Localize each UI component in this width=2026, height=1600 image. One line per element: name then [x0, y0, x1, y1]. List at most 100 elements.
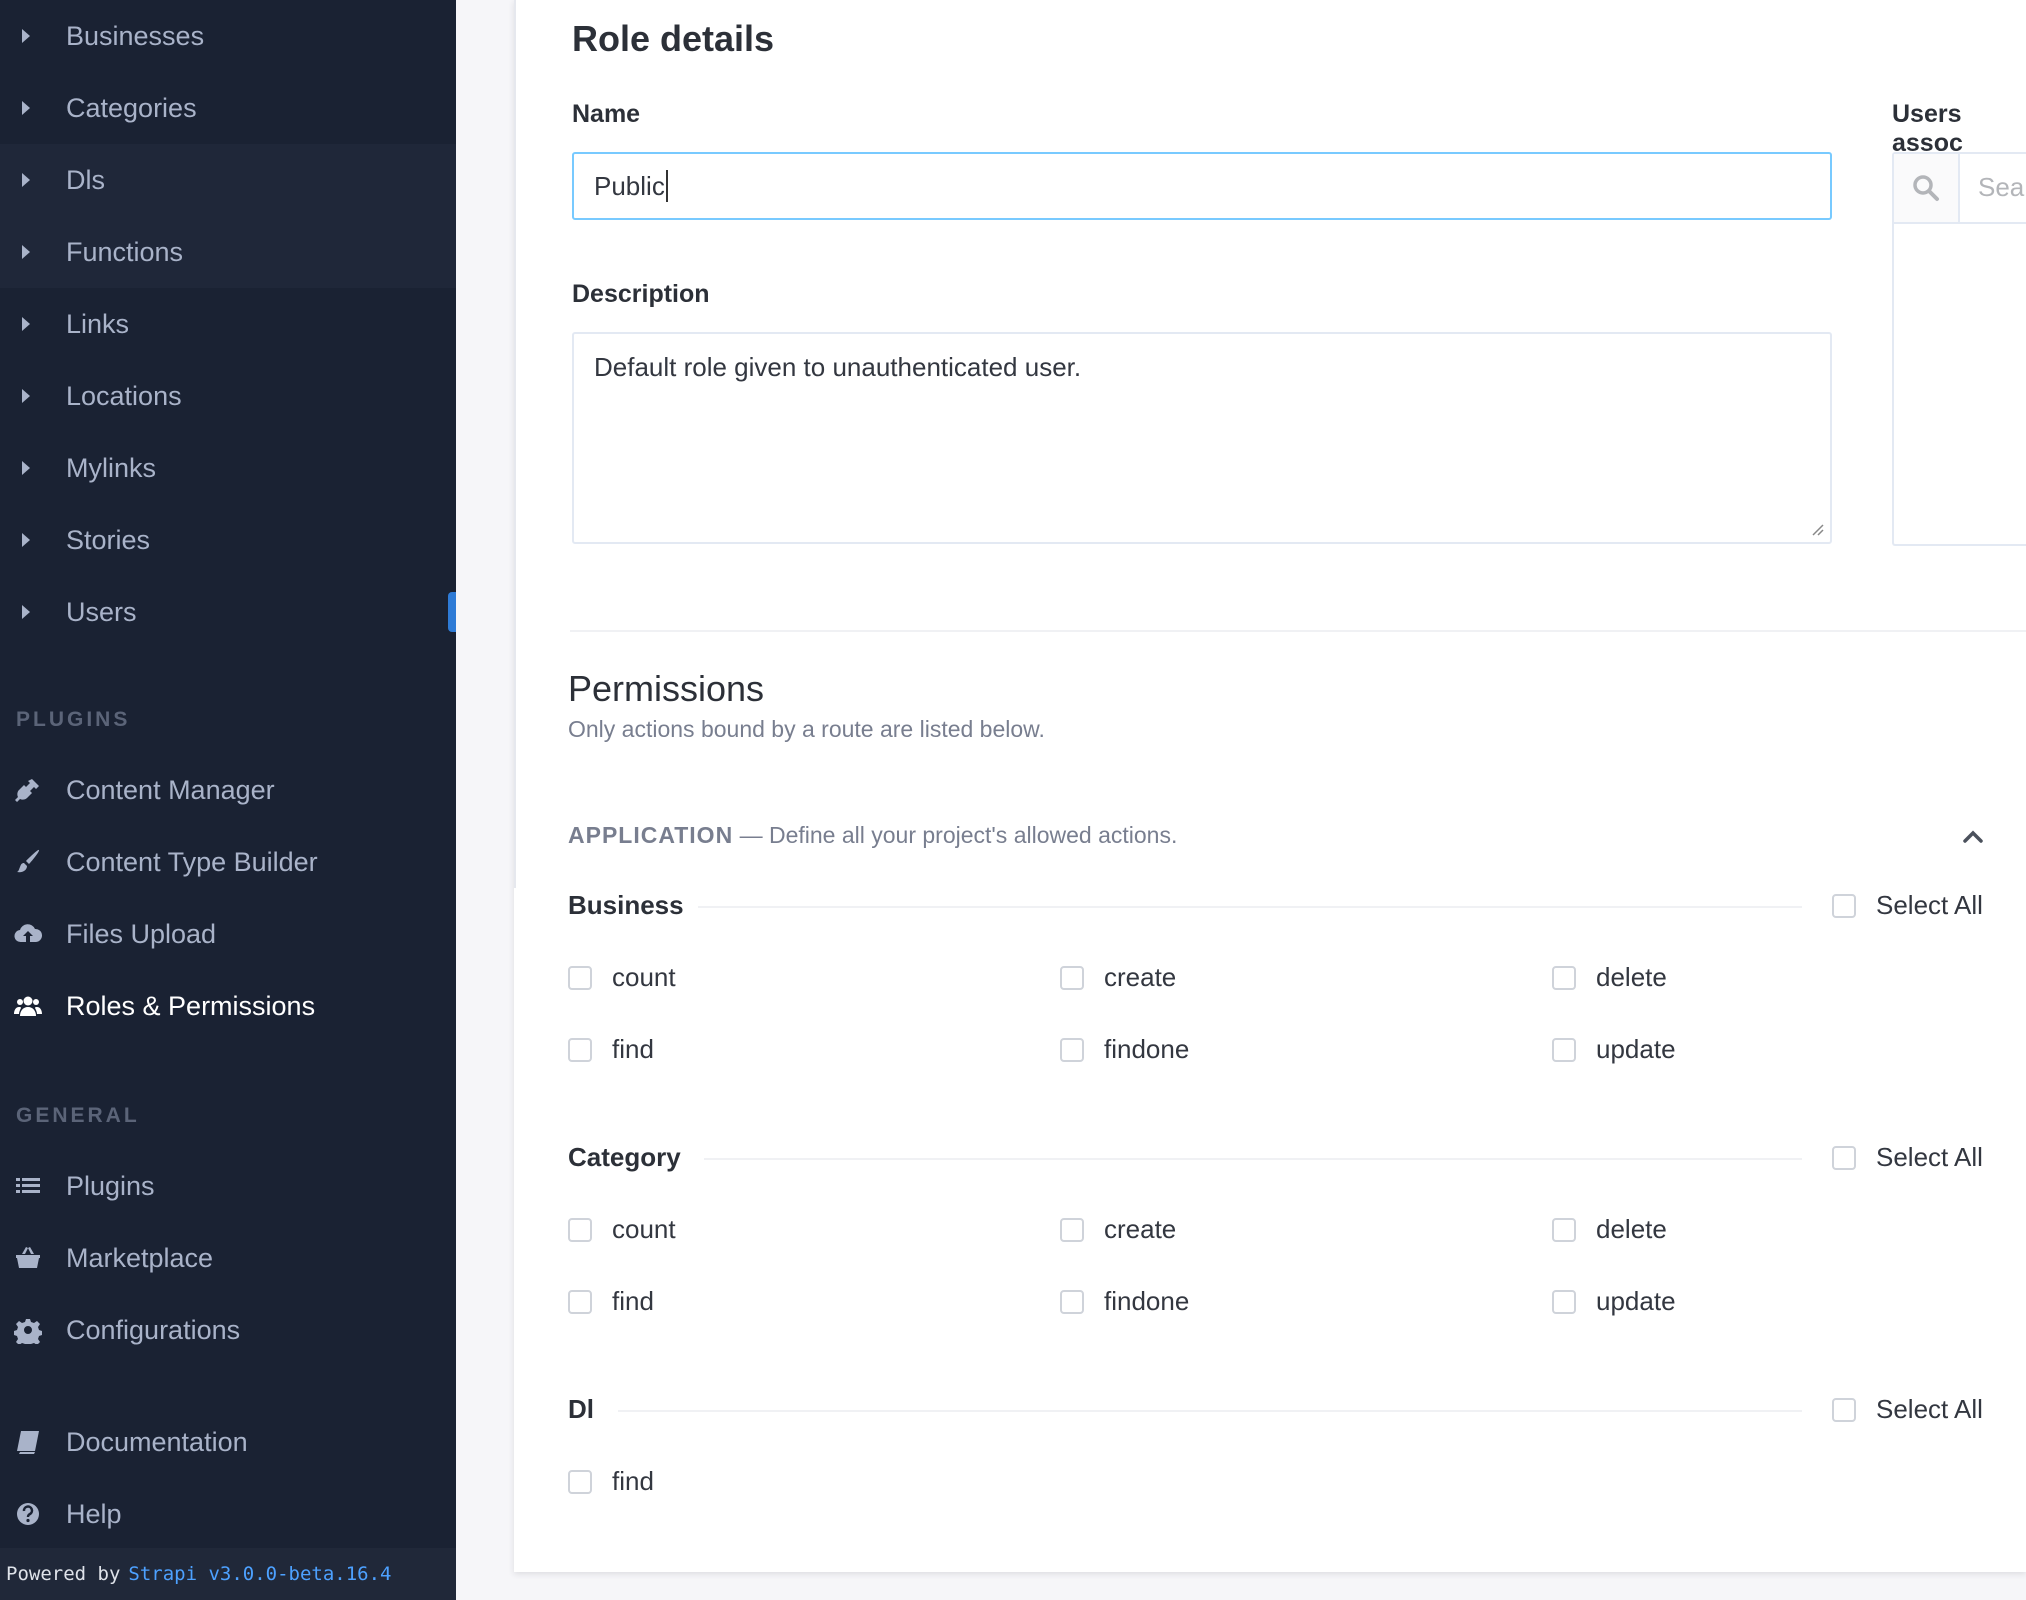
action-label: count [612, 962, 676, 992]
caret-right-icon [22, 461, 30, 475]
select-all-label: Select All [1876, 890, 1983, 920]
basket-icon [16, 1247, 40, 1268]
description-value: Default role given to unauthenticated us… [594, 352, 1082, 382]
sidebar-item-marketplace[interactable]: Marketplace [0, 1222, 456, 1294]
checkbox-category-count[interactable] [568, 1218, 592, 1242]
checkbox-category-create[interactable] [1060, 1218, 1084, 1242]
action-label: find [612, 1466, 654, 1496]
action-label: count [612, 1214, 676, 1244]
sidebar-item-content-type-builder[interactable]: Content Type Builder [0, 826, 456, 898]
sidebar-item-roles-permissions[interactable]: Roles & Permissions [0, 970, 456, 1042]
search-icon-wrap [1894, 154, 1960, 222]
chevron-up-icon[interactable] [1962, 826, 1984, 848]
general-heading: GENERAL [16, 1104, 140, 1127]
role-details-title: Role details [572, 18, 775, 59]
text-cursor [665, 170, 668, 202]
sidebar-item-users[interactable]: Users [0, 576, 456, 648]
sidebar-item-dls[interactable]: Dls [0, 144, 456, 216]
users-search-input[interactable]: Sear [1978, 172, 2026, 203]
sidebar-item-plugins[interactable]: Plugins [0, 1150, 456, 1222]
panel-edge [514, 0, 516, 888]
caret-right-icon [22, 101, 30, 115]
checkbox-business-update[interactable] [1552, 1038, 1576, 1062]
users-associated-label: Users assoc [1892, 100, 1963, 157]
application-header[interactable]: APPLICATION — Define all your project's … [568, 822, 1177, 849]
sidebar-item-configurations[interactable]: Configurations [0, 1294, 456, 1366]
action-label: findone [1104, 1034, 1190, 1064]
application-name: APPLICATION [568, 822, 734, 848]
sidebar-item-categories[interactable]: Categories [0, 72, 456, 144]
checkbox-category-findone[interactable] [1060, 1290, 1084, 1314]
checkbox-category-find[interactable] [568, 1290, 592, 1314]
group-divider [618, 1410, 1802, 1412]
description-textarea[interactable]: Default role given to unauthenticated us… [572, 332, 1832, 544]
sidebar-item-locations[interactable]: Locations [0, 360, 456, 432]
sidebar-item-content-manager[interactable]: Content Manager [0, 754, 456, 826]
checkbox-business-findone[interactable] [1060, 1038, 1084, 1062]
action-label: delete [1596, 1214, 1667, 1244]
book-icon [17, 1431, 39, 1454]
search-icon [1913, 175, 1939, 201]
sidebar-item-help[interactable]: Help [0, 1478, 456, 1550]
permissions-subtitle: Only actions bound by a route are listed… [568, 716, 1045, 742]
name-label: Name [572, 100, 641, 128]
sidebar-item-functions[interactable]: Functions [0, 216, 456, 288]
caret-right-icon [22, 29, 30, 43]
resize-handle-icon[interactable] [1810, 522, 1824, 536]
checkbox-category-update[interactable] [1552, 1290, 1576, 1314]
caret-right-icon [22, 389, 30, 403]
action-label: find [612, 1286, 654, 1316]
caret-right-icon [22, 245, 30, 259]
group-title-business: Business [568, 890, 684, 920]
select-all-label: Select All [1876, 1394, 1983, 1424]
sidebar-item-links[interactable]: Links [0, 288, 456, 360]
select-all-label: Select All [1876, 1142, 1983, 1172]
cloud-upload-icon [14, 924, 42, 943]
action-label: findone [1104, 1286, 1190, 1316]
active-indicator [448, 592, 456, 632]
sidebar-item-mylinks[interactable]: Mylinks [0, 432, 456, 504]
users-icon [14, 996, 42, 1016]
name-input[interactable]: Public [572, 152, 1832, 220]
action-label: create [1104, 962, 1177, 992]
users-associated-box: Sear [1892, 152, 2026, 546]
paintbrush-icon [17, 849, 40, 873]
select-all-checkbox-category[interactable] [1832, 1146, 1856, 1170]
gear-icon [14, 1319, 42, 1344]
description-label: Description [572, 280, 710, 308]
powered-by-text: Powered by [6, 1563, 121, 1585]
action-label: update [1596, 1286, 1676, 1316]
section-divider [570, 630, 2026, 632]
group-divider [704, 1158, 1802, 1160]
checkbox-dl-find[interactable] [568, 1470, 592, 1494]
plug-icon [15, 779, 39, 802]
list-icon [16, 1178, 40, 1193]
checkbox-category-delete[interactable] [1552, 1218, 1576, 1242]
checkbox-business-find[interactable] [568, 1038, 592, 1062]
group-title-dl: Dl [568, 1394, 594, 1424]
action-label: update [1596, 1034, 1676, 1064]
checkbox-business-count[interactable] [568, 966, 592, 990]
plugins-heading: PLUGINS [16, 708, 131, 731]
application-description: Define all your project's allowed action… [768, 822, 1178, 848]
action-label: delete [1596, 962, 1667, 992]
select-all-checkbox-business[interactable] [1832, 894, 1856, 918]
name-input-value: Public [594, 170, 665, 201]
sidebar-item-documentation[interactable]: Documentation [0, 1406, 456, 1478]
checkbox-business-create[interactable] [1060, 966, 1084, 990]
caret-right-icon [22, 173, 30, 187]
powered-by-footer: Powered by Strapi v3.0.0-beta.16.4 [0, 1548, 456, 1600]
main-panel [514, 0, 2026, 1572]
strapi-version-link[interactable]: Strapi v3.0.0-beta.16.4 [128, 1563, 391, 1585]
group-title-category: Category [568, 1142, 681, 1172]
users-search[interactable]: Sear [1894, 154, 2026, 224]
group-divider [698, 906, 1802, 908]
sidebar-item-stories[interactable]: Stories [0, 504, 456, 576]
left-sidebar: Businesses Categories Dls Functions Link… [0, 0, 456, 1600]
select-all-checkbox-dl[interactable] [1832, 1398, 1856, 1422]
sidebar-item-businesses[interactable]: Businesses [0, 0, 456, 72]
application-dash: — [739, 822, 763, 848]
sidebar-item-files-upload[interactable]: Files Upload [0, 898, 456, 970]
action-label: create [1104, 1214, 1177, 1244]
checkbox-business-delete[interactable] [1552, 966, 1576, 990]
